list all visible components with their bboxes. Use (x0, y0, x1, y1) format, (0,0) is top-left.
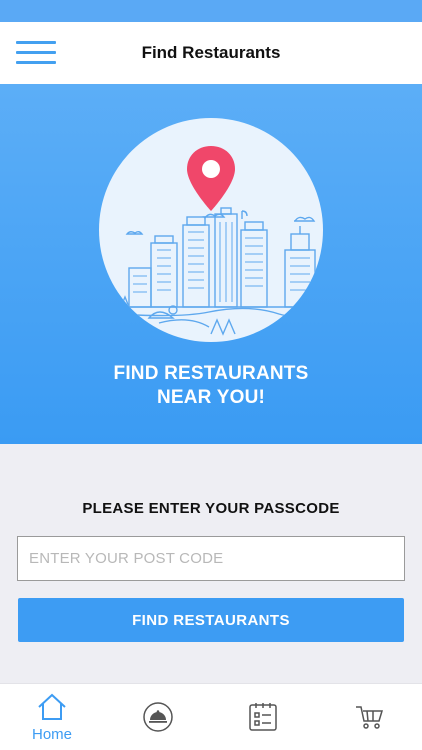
cloche-icon (143, 702, 173, 732)
tab-home-label: Home (31, 726, 72, 743)
tab-bar: Home (0, 683, 422, 750)
hero-banner: FIND RESTAURANTS NEAR YOU! (0, 84, 422, 444)
status-bar (0, 0, 422, 22)
passcode-label: PLEASE ENTER YOUR PASSCODE (82, 500, 340, 517)
cart-icon (356, 706, 383, 729)
find-restaurants-button[interactable]: FIND RESTAURANTS (18, 598, 404, 642)
tab-cart[interactable] (329, 684, 409, 750)
tab-home[interactable]: Home (12, 684, 92, 750)
home-icon (38, 693, 66, 720)
hero-heading-line1: FIND RESTAURANTS (113, 363, 309, 384)
checklist-icon (249, 703, 277, 731)
page-title: Find Restaurants (141, 43, 281, 62)
tab-menu[interactable] (118, 684, 198, 750)
city-location-pin-illustration (99, 118, 323, 342)
tab-orders[interactable] (223, 684, 303, 750)
hero-heading-line2: NEAR YOU! (156, 387, 266, 408)
hero-heading: FIND RESTAURANTS NEAR YOU! (0, 362, 422, 410)
postcode-input[interactable] (17, 536, 405, 581)
navigation-bar: Find Restaurants (0, 22, 422, 84)
